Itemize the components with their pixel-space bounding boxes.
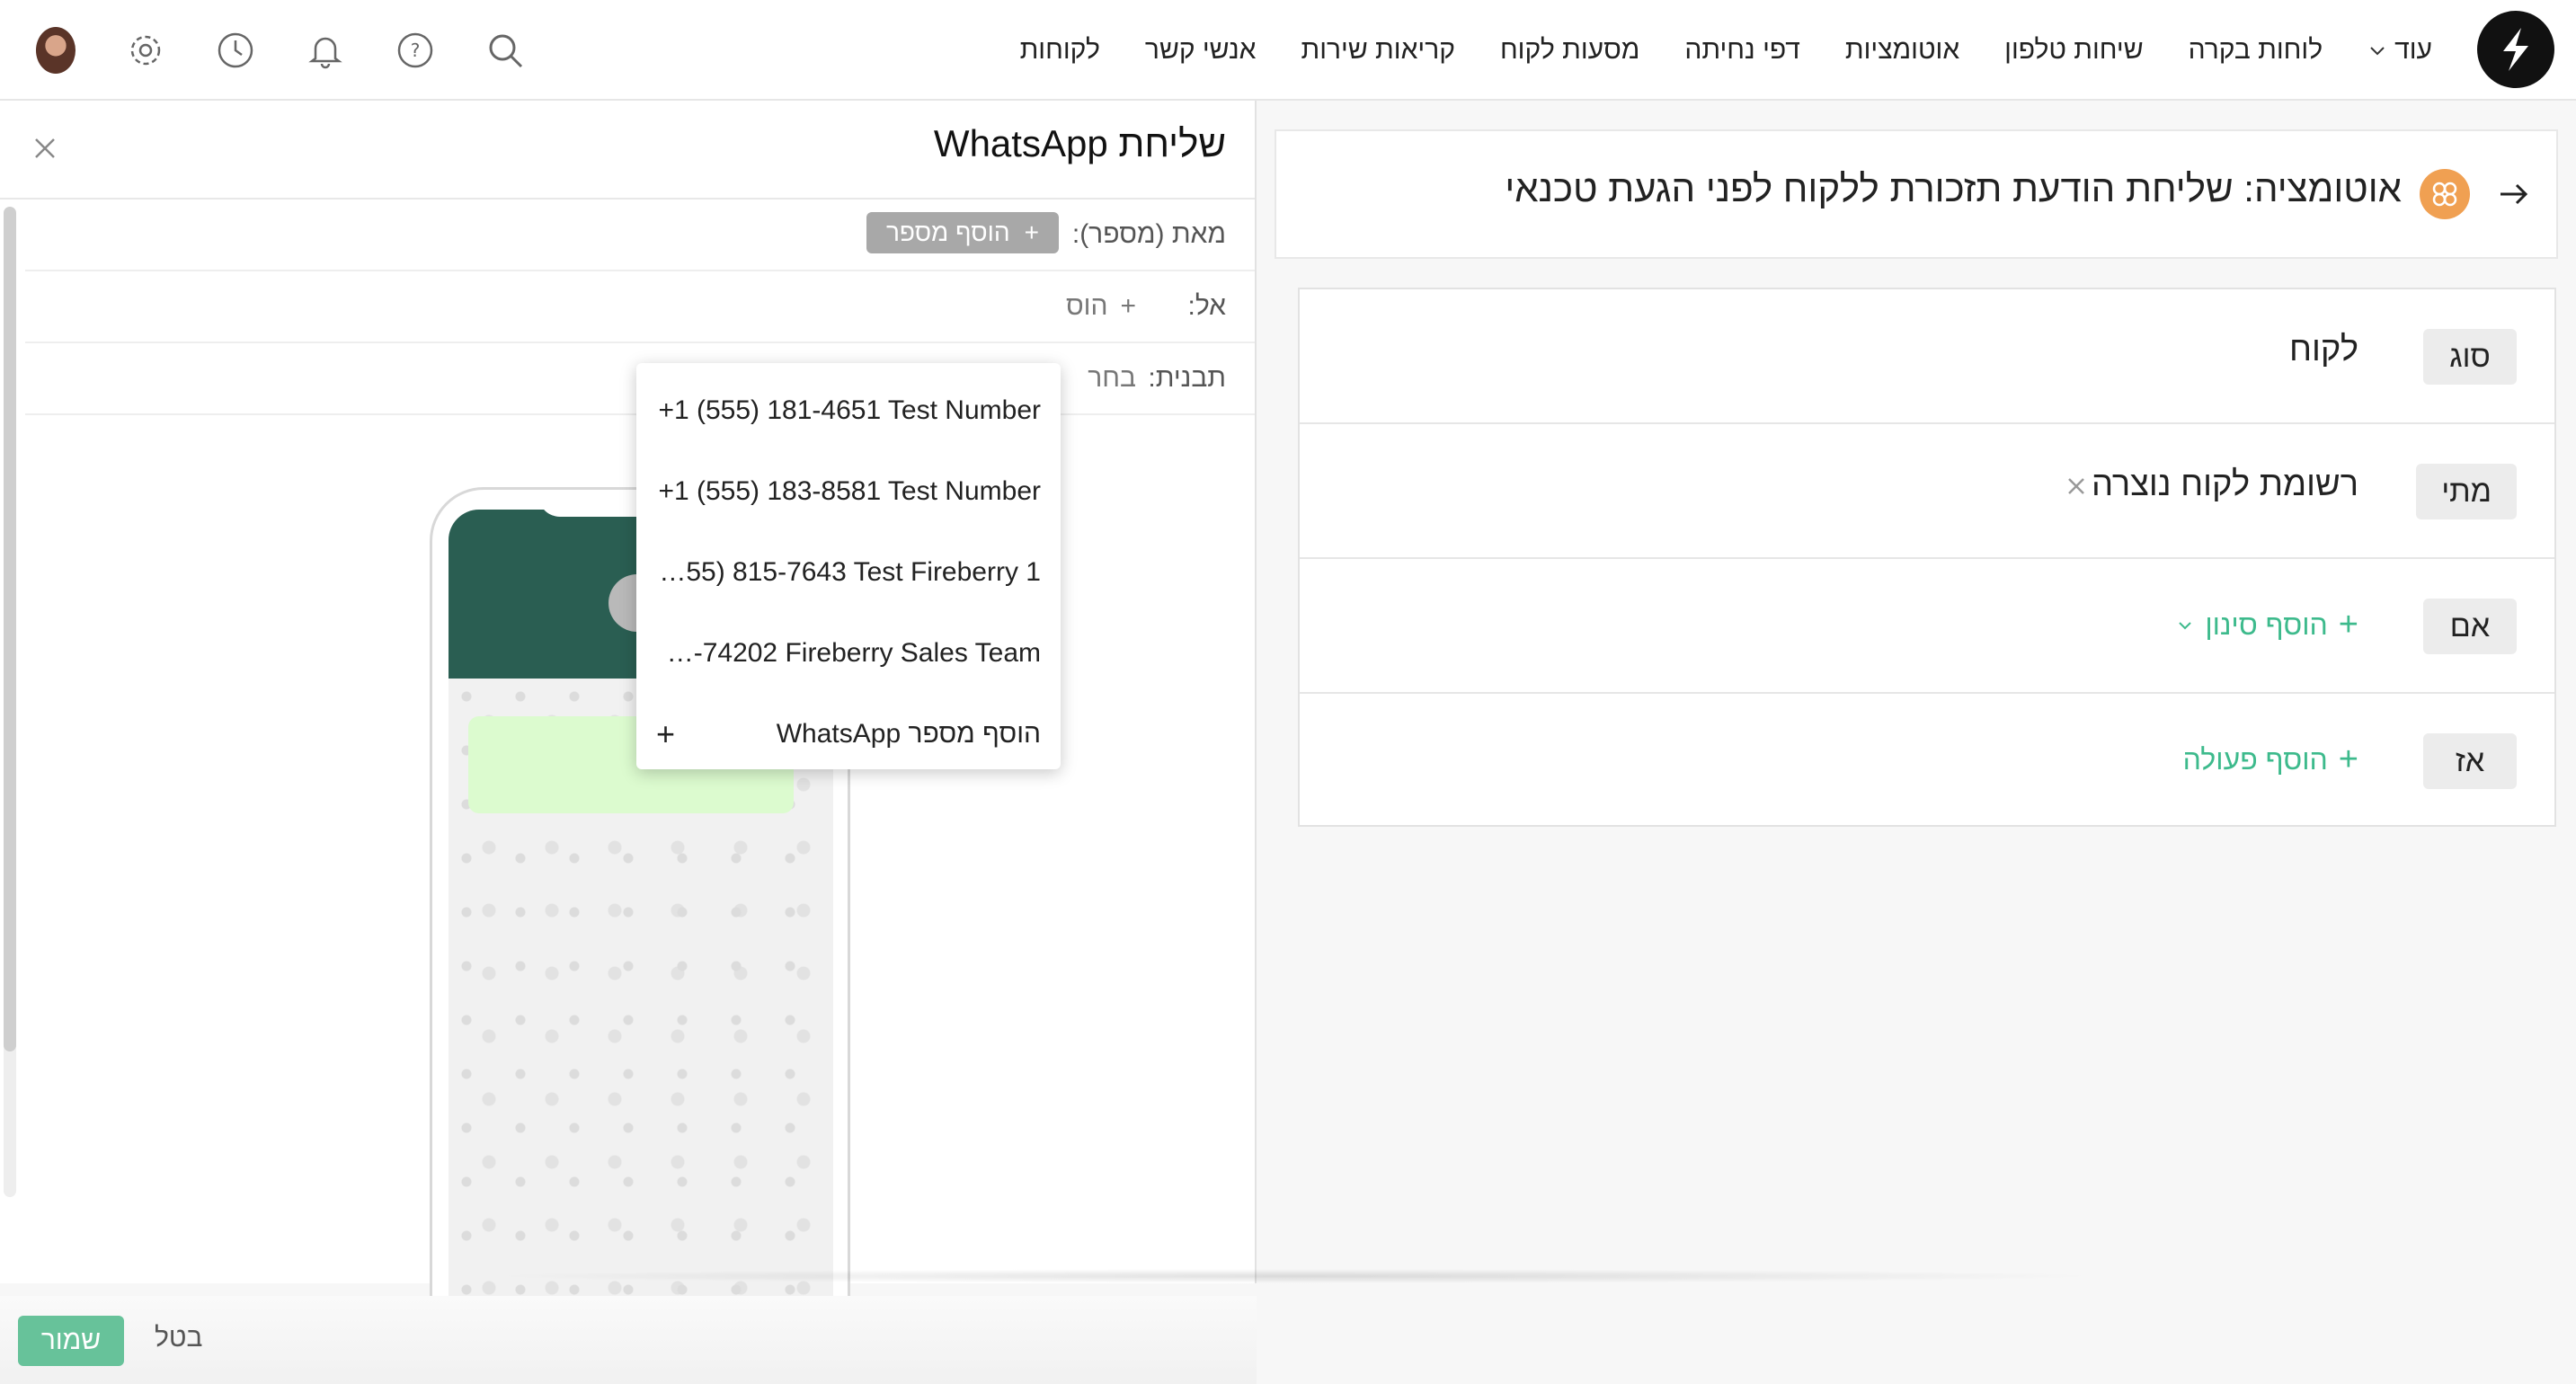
help-icon: ? xyxy=(397,32,433,68)
plus-icon: + xyxy=(2338,606,2358,643)
search-icon xyxy=(489,34,523,68)
rule-tag-type: סוג xyxy=(2423,329,2517,385)
add-recipient-button[interactable]: + הוס xyxy=(1066,291,1136,322)
automation-rules: סוג לקוח מתי רשומת לקוח נוצרה אם + הוסף … xyxy=(1298,288,2556,827)
close-icon xyxy=(2068,478,2084,494)
dropdown-option[interactable]: +1 (555) 183-8581 Test Number xyxy=(636,451,1061,532)
panel-footer: שמור בטל xyxy=(0,1296,1257,1384)
automation-icon xyxy=(2432,182,2457,207)
clock-icon xyxy=(218,32,253,68)
notifications-button[interactable] xyxy=(306,31,345,70)
from-label: מאת (מספר): xyxy=(1071,219,1226,249)
help-button[interactable]: ? xyxy=(395,31,435,70)
plus-icon: + xyxy=(1024,218,1039,246)
main-nav: לקוחות אנשי קשר קריאות שירות מסעות לקוח … xyxy=(1020,0,2432,101)
to-label: אל: xyxy=(1187,291,1226,321)
chevron-down-icon xyxy=(2370,47,2385,56)
dropdown-option[interactable]: …55) 815-7643 Test Fireberry 1 xyxy=(636,532,1061,613)
from-field-row: מאת (מספר): + הוסף מספר xyxy=(25,200,1255,271)
user-avatar-button[interactable] xyxy=(36,27,76,74)
panel-title: שליחת WhatsApp xyxy=(933,122,1226,164)
remove-trigger-button[interactable] xyxy=(2065,471,2087,504)
rule-tag-then: אז xyxy=(2423,733,2517,789)
add-whatsapp-number-option[interactable]: + הוסף מספר WhatsApp xyxy=(636,694,1061,775)
nav-item-customers[interactable]: לקוחות xyxy=(1020,35,1100,66)
plus-icon: + xyxy=(1120,291,1136,321)
template-label: תבנית: xyxy=(1148,363,1226,393)
dropdown-option[interactable]: …-74202 Fireberry Sales Team xyxy=(636,613,1061,694)
template-select-value: בחר xyxy=(1088,363,1136,393)
automation-title: אוטומציה: שליחת הודעת תזכורת ללקוח לפני … xyxy=(1505,167,2402,209)
nav-item-automations[interactable]: אוטומציות xyxy=(1845,35,1959,66)
from-number-dropdown: +1 (555) 181-4651 Test Number +1 (555) 1… xyxy=(636,363,1061,769)
rule-row-then: אז + הוסף פעולה xyxy=(1300,694,2554,829)
rule-value-type[interactable]: לקוח xyxy=(2289,331,2358,369)
chevron-down-icon xyxy=(2179,621,2192,629)
top-bar: לקוחות אנשי קשר קריאות שירות מסעות לקוח … xyxy=(0,0,2576,101)
rule-row-when: מתי רשומת לקוח נוצרה xyxy=(1300,424,2554,559)
search-button[interactable] xyxy=(485,31,525,70)
whatsapp-panel: שליחת WhatsApp מאת (מספר): + הוסף מספר א… xyxy=(0,101,1257,1384)
template-select[interactable]: בחר xyxy=(1088,363,1136,394)
add-number-button[interactable]: + הוסף מספר xyxy=(866,212,1059,253)
add-action-label: הוסף פעולה xyxy=(2182,743,2328,776)
gear-icon xyxy=(130,35,161,66)
rule-tag-if: אם xyxy=(2423,599,2517,654)
plus-icon: + xyxy=(2338,741,2358,778)
nav-more-label: עוד xyxy=(2394,35,2432,65)
rule-row-type: סוג לקוח xyxy=(1300,289,2554,424)
rule-value-when[interactable]: רשומת לקוח נוצרה xyxy=(2092,466,2358,504)
add-whatsapp-number-label: הוסף מספר WhatsApp xyxy=(776,719,1041,749)
logo-icon xyxy=(2503,28,2528,71)
close-panel-button[interactable] xyxy=(32,131,58,169)
back-arrow-icon[interactable] xyxy=(2495,176,2531,212)
add-recipient-label: הוס xyxy=(1065,291,1108,321)
nav-more-menu[interactable]: עוד xyxy=(2367,35,2432,66)
svg-text:?: ? xyxy=(411,40,421,61)
rule-tag-when: מתי xyxy=(2416,464,2517,519)
plus-icon: + xyxy=(656,715,676,752)
nav-item-landing-pages[interactable]: דפי נחיתה xyxy=(1684,35,1800,66)
nav-item-service-calls[interactable]: קריאות שירות xyxy=(1301,35,1454,66)
history-button[interactable] xyxy=(216,31,255,70)
rule-row-if: אם + הוסף סינון xyxy=(1300,559,2554,694)
to-field-row: אל: + הוס xyxy=(25,271,1255,343)
automation-badge xyxy=(2420,169,2470,219)
automation-header: אוטומציה: שליחת הודעת תזכורת ללקוח לפני … xyxy=(1275,129,2558,259)
add-filter-button[interactable]: + הוסף סינון xyxy=(2176,606,2358,644)
avatar xyxy=(36,27,76,74)
save-button[interactable]: שמור xyxy=(18,1316,124,1366)
scrollbar-thumb[interactable] xyxy=(4,207,16,1051)
dropdown-option[interactable]: +1 (555) 181-4651 Test Number xyxy=(636,370,1061,451)
top-icons: ? xyxy=(36,0,525,101)
bell-icon xyxy=(308,37,342,69)
app-logo[interactable] xyxy=(2477,11,2554,88)
bottom-shadow xyxy=(485,1269,2103,1283)
nav-item-dashboards[interactable]: לוחות בקרה xyxy=(2189,35,2323,66)
nav-item-phone-calls[interactable]: שיחות טלפון xyxy=(2004,35,2143,66)
automation-panel: אוטומציה: שליחת הודעת תזכורת ללקוח לפני … xyxy=(1257,101,2576,1283)
add-filter-label: הוסף סינון xyxy=(2205,608,2328,641)
cancel-button[interactable]: בטל xyxy=(155,1323,202,1353)
nav-item-customer-journeys[interactable]: מסעות לקוח xyxy=(1500,35,1639,66)
close-icon xyxy=(35,138,55,158)
add-number-label: הוסף מספר xyxy=(885,218,1010,246)
nav-item-contacts[interactable]: אנשי קשר xyxy=(1145,35,1257,66)
add-action-button[interactable]: + הוסף פעולה xyxy=(2183,741,2358,779)
settings-button[interactable] xyxy=(126,31,165,70)
